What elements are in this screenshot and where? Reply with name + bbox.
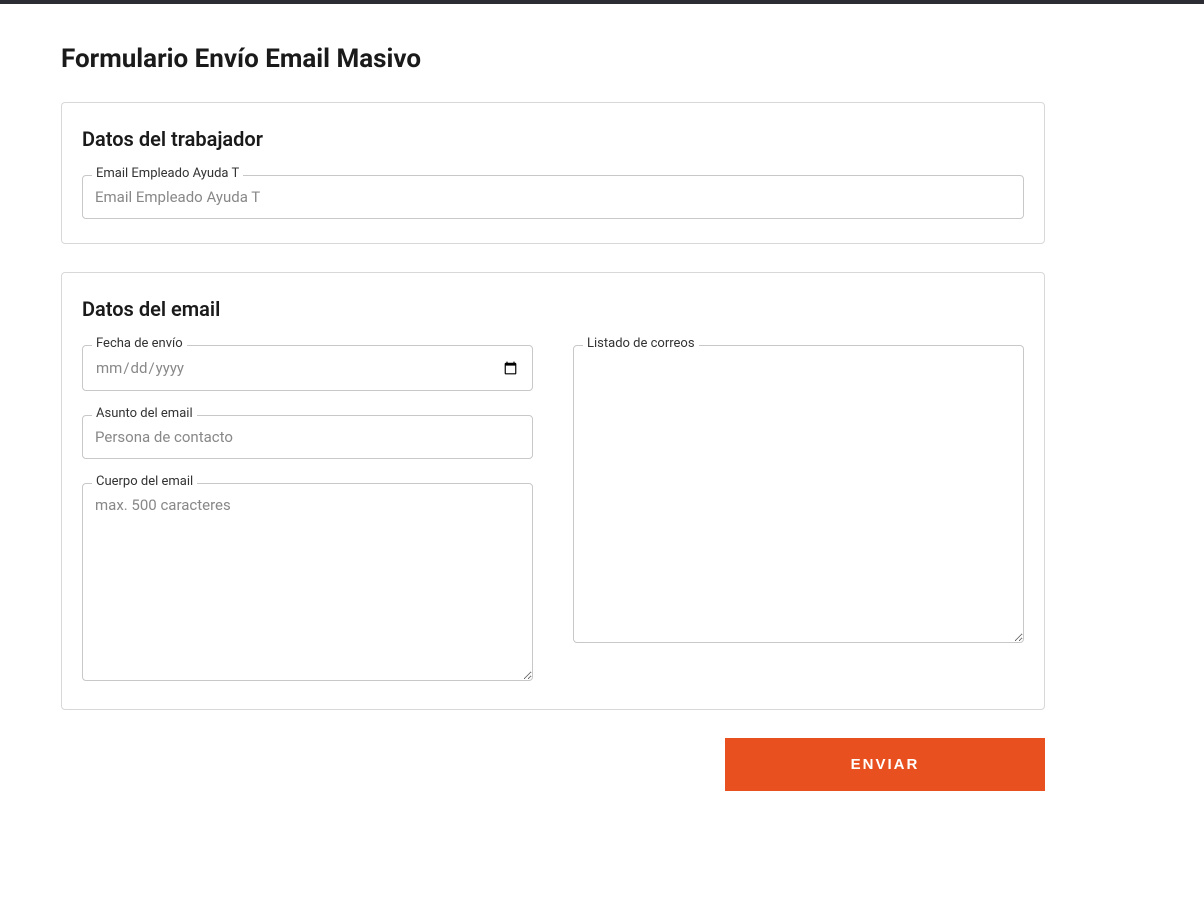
email-list-textarea[interactable] bbox=[573, 345, 1024, 643]
employee-email-label: Email Empleado Ayuda T bbox=[92, 166, 243, 181]
subject-label: Asunto del email bbox=[92, 406, 197, 421]
email-list-field-wrapper: Listado de correos bbox=[573, 345, 1024, 647]
subject-input[interactable] bbox=[82, 415, 533, 459]
left-column: Fecha de envío Asunto del email Cuerpo d… bbox=[82, 345, 533, 685]
employee-email-input[interactable] bbox=[82, 175, 1024, 219]
body-textarea[interactable] bbox=[82, 483, 533, 681]
body-label: Cuerpo del email bbox=[92, 474, 197, 489]
send-date-input[interactable] bbox=[82, 345, 533, 391]
body-field-wrapper: Cuerpo del email bbox=[82, 483, 533, 685]
employee-email-field-wrapper: Email Empleado Ayuda T bbox=[82, 175, 1024, 219]
button-row: ENVIAR bbox=[61, 738, 1045, 791]
worker-data-card: Datos del trabajador Email Empleado Ayud… bbox=[61, 102, 1045, 244]
right-column: Listado de correos bbox=[573, 345, 1024, 685]
send-date-field-wrapper: Fecha de envío bbox=[82, 345, 533, 391]
submit-button[interactable]: ENVIAR bbox=[725, 738, 1045, 791]
subject-field-wrapper: Asunto del email bbox=[82, 415, 533, 459]
email-list-label: Listado de correos bbox=[583, 336, 699, 351]
page-title: Formulario Envío Email Masivo bbox=[61, 44, 1045, 74]
worker-data-title: Datos del trabajador bbox=[82, 127, 1024, 151]
email-data-card: Datos del email Fecha de envío Asunto de… bbox=[61, 272, 1045, 710]
email-data-title: Datos del email bbox=[82, 297, 1024, 321]
send-date-label: Fecha de envío bbox=[92, 336, 187, 351]
